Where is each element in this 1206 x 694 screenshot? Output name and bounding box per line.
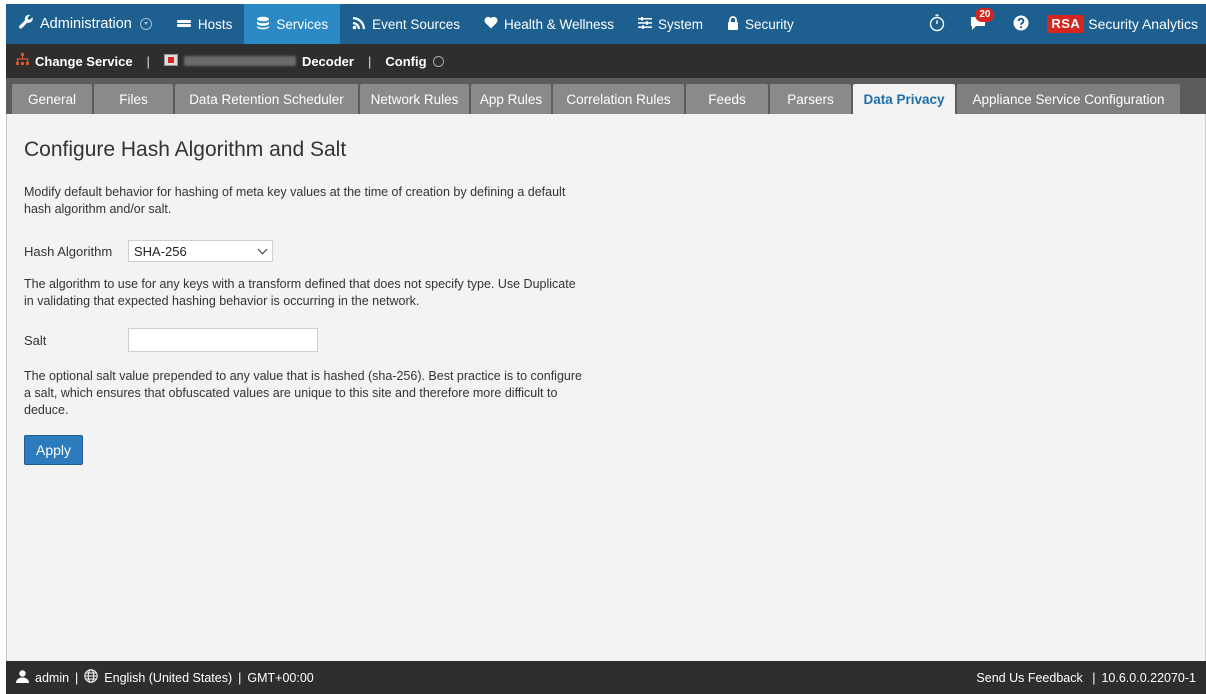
- nav-services-label: Services: [276, 16, 329, 32]
- send-feedback-link[interactable]: Send Us Feedback: [976, 671, 1082, 685]
- change-service-label: Change Service: [35, 53, 133, 69]
- nav-security-label: Security: [745, 16, 794, 32]
- separator: |: [1088, 670, 1096, 685]
- nav-event-sources-label: Event Sources: [372, 16, 460, 32]
- separator: |: [238, 670, 242, 685]
- tab-network-rules[interactable]: Network Rules: [360, 84, 469, 114]
- timezone-selector[interactable]: GMT+00:00: [247, 671, 313, 685]
- notification-badge: 20: [975, 8, 995, 22]
- notifications-button[interactable]: 20: [961, 4, 995, 44]
- intro-text: Modify default behavior for hashing of m…: [24, 185, 566, 216]
- page-title: Configure Hash Algorithm and Salt: [24, 138, 347, 161]
- tab-label: Network Rules: [370, 91, 459, 107]
- config-tabs: General Files Data Retention Scheduler N…: [6, 78, 1206, 114]
- change-service-button[interactable]: Change Service: [6, 44, 143, 78]
- nav-health-wellness[interactable]: Health & Wellness: [472, 4, 626, 44]
- hash-algorithm-row: Hash Algorithm SHA-256: [24, 240, 584, 262]
- version-text: 10.6.0.0.22070-1: [1101, 670, 1196, 685]
- tab-label: Correlation Rules: [566, 91, 671, 107]
- tab-label: App Rules: [479, 91, 543, 107]
- help-icon: [1013, 15, 1029, 34]
- brand: RSA Security Analytics: [1043, 15, 1206, 33]
- wrench-icon: [18, 14, 34, 34]
- hash-algorithm-label: Hash Algorithm: [24, 243, 113, 259]
- chevron-down-icon: [257, 244, 268, 254]
- tab-feeds[interactable]: Feeds: [686, 84, 768, 114]
- separator: |: [367, 53, 372, 69]
- lock-icon: [727, 15, 739, 33]
- chevron-down-icon: [432, 55, 444, 67]
- tab-data-privacy[interactable]: Data Privacy: [853, 84, 955, 114]
- nav-event-sources[interactable]: Event Sources: [340, 4, 472, 44]
- service-name-redacted: [183, 56, 296, 66]
- user-icon: [16, 669, 29, 686]
- nav-services[interactable]: Services: [244, 4, 341, 44]
- tab-files[interactable]: Files: [94, 84, 173, 114]
- rss-icon: [352, 16, 366, 33]
- globe-icon: [84, 669, 98, 686]
- nav-system-label: System: [658, 16, 704, 32]
- tab-appliance-service-configuration[interactable]: Appliance Service Configuration: [957, 84, 1180, 114]
- tab-label: Data Retention Scheduler: [189, 91, 344, 107]
- hash-algorithm-select[interactable]: SHA-256: [128, 240, 273, 262]
- tab-label: General: [27, 91, 77, 107]
- hosts-icon: [176, 17, 192, 32]
- separator: |: [146, 53, 150, 69]
- database-icon: [256, 16, 270, 33]
- nav-hosts[interactable]: Hosts: [164, 4, 245, 44]
- brand-name: Security Analytics: [1088, 16, 1198, 32]
- tab-correlation-rules[interactable]: Correlation Rules: [553, 84, 684, 114]
- tab-data-retention-scheduler[interactable]: Data Retention Scheduler: [175, 84, 358, 114]
- language-selector[interactable]: English (United States): [104, 671, 232, 685]
- jobs-button[interactable]: [921, 4, 953, 44]
- nav-hosts-label: Hosts: [197, 16, 233, 32]
- service-icon: [163, 53, 178, 69]
- tab-label: Files: [119, 91, 148, 107]
- salt-row: Salt: [24, 328, 584, 352]
- nav-health-wellness-label: Health & Wellness: [503, 16, 615, 32]
- config-label: Config: [385, 53, 427, 69]
- tab-label: Data Privacy: [863, 91, 945, 107]
- nav-administration[interactable]: Administration: [6, 4, 164, 44]
- nav-security[interactable]: Security: [715, 4, 806, 44]
- hierarchy-icon: [16, 53, 29, 69]
- chevron-down-icon: [139, 18, 152, 30]
- hash-algorithm-value: SHA-256: [134, 243, 187, 259]
- tab-app-rules[interactable]: App Rules: [471, 84, 551, 114]
- tab-label: Parsers: [787, 91, 834, 107]
- user-menu[interactable]: admin: [35, 671, 69, 685]
- apply-button[interactable]: Apply: [24, 435, 83, 465]
- nav-administration-label: Administration: [40, 16, 132, 32]
- salt-input[interactable]: [128, 328, 318, 352]
- top-nav: Administration Hosts Services Event Sour…: [6, 4, 1206, 44]
- separator: |: [75, 670, 79, 685]
- tab-parsers[interactable]: Parsers: [770, 84, 851, 114]
- tab-label: Feeds: [708, 91, 746, 107]
- salt-label: Salt: [24, 332, 47, 348]
- salt-help: The optional salt value prepended to any…: [24, 369, 582, 417]
- stopwatch-icon: [929, 14, 945, 35]
- tab-label: Appliance Service Configuration: [972, 91, 1165, 107]
- nav-system[interactable]: System: [626, 4, 715, 44]
- config-menu[interactable]: Config: [375, 44, 453, 78]
- service-bar: Change Service | Decoder | Config: [6, 44, 1206, 78]
- hash-algorithm-help: The algorithm to use for any keys with a…: [24, 277, 576, 308]
- rsa-logo: RSA: [1047, 15, 1085, 33]
- heart-icon: [484, 16, 498, 32]
- service-type-label: Decoder: [301, 53, 354, 69]
- sliders-icon: [638, 16, 653, 32]
- status-footer: admin | English (United States) | GMT+00…: [6, 661, 1206, 694]
- service-selector[interactable]: Decoder: [154, 44, 364, 78]
- tab-general[interactable]: General: [12, 84, 92, 114]
- help-button[interactable]: [1005, 4, 1037, 44]
- data-privacy-panel: Configure Hash Algorithm and Salt Modify…: [24, 138, 584, 465]
